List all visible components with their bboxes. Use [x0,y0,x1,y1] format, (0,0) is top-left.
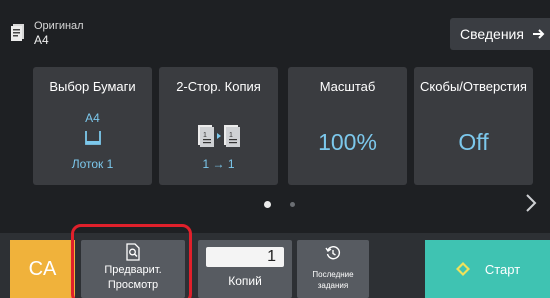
paper-select-label: Выбор Бумаги [49,79,136,94]
start-diamond-icon [455,262,470,276]
duplex-copy-label: 2-Стор. Копия [176,79,261,94]
paper-tray-value: Лоток 1 [71,157,114,171]
original-size: A4 [34,33,49,47]
clear-all-label: CA [28,257,57,280]
staple-punch-tile[interactable]: Скобы/Отверстия Off [414,67,533,185]
info-button-label: Сведения [460,26,524,42]
recent-jobs-line2: задания [317,281,349,290]
original-indicator[interactable]: Оригинал A4 [10,20,84,48]
recent-jobs-button[interactable]: Последние задания [297,240,369,298]
scale-label: Масштаб [319,79,376,94]
highlight-frame [71,224,192,298]
scale-value: 100% [318,129,377,155]
copy-screen: Оригинал A4 Сведения Выбор Бумаги A4 Лот… [0,0,550,298]
paper-size-value: A4 [85,111,100,125]
duplex-pages-icon: 1 1 [197,125,240,147]
start-label: Старт [484,261,521,277]
clear-all-button[interactable]: CA [10,240,75,298]
document-icon [11,24,24,41]
recent-jobs-line1: Последние [312,270,354,279]
page-dot[interactable] [290,202,295,207]
scale-tile[interactable]: Масштаб 100% [288,67,407,185]
staple-punch-label: Скобы/Отверстия [420,79,527,94]
history-clock-icon [325,246,341,260]
staple-punch-value: Off [458,129,489,155]
chevron-right-icon[interactable] [524,192,538,214]
copies-count-field[interactable]: 1 [206,247,284,267]
page-dot-active[interactable] [264,201,271,208]
start-button[interactable]: Старт [425,240,550,298]
arrow-right-icon [532,29,545,39]
tray-icon [84,131,101,145]
copies-label: Копий [228,274,262,288]
svg-text:1: 1 [229,132,233,139]
info-button[interactable]: Сведения [450,18,550,50]
duplex-mode-value: 1 → 1 [202,157,235,171]
original-label: Оригинал [34,20,84,32]
duplex-copy-tile[interactable]: 2-Стор. Копия 1 1 1 → 1 [159,67,278,185]
copies-button[interactable]: 1 Копий [198,240,292,298]
paper-select-tile[interactable]: Выбор Бумаги A4 Лоток 1 [33,67,152,185]
svg-text:1: 1 [203,132,207,139]
